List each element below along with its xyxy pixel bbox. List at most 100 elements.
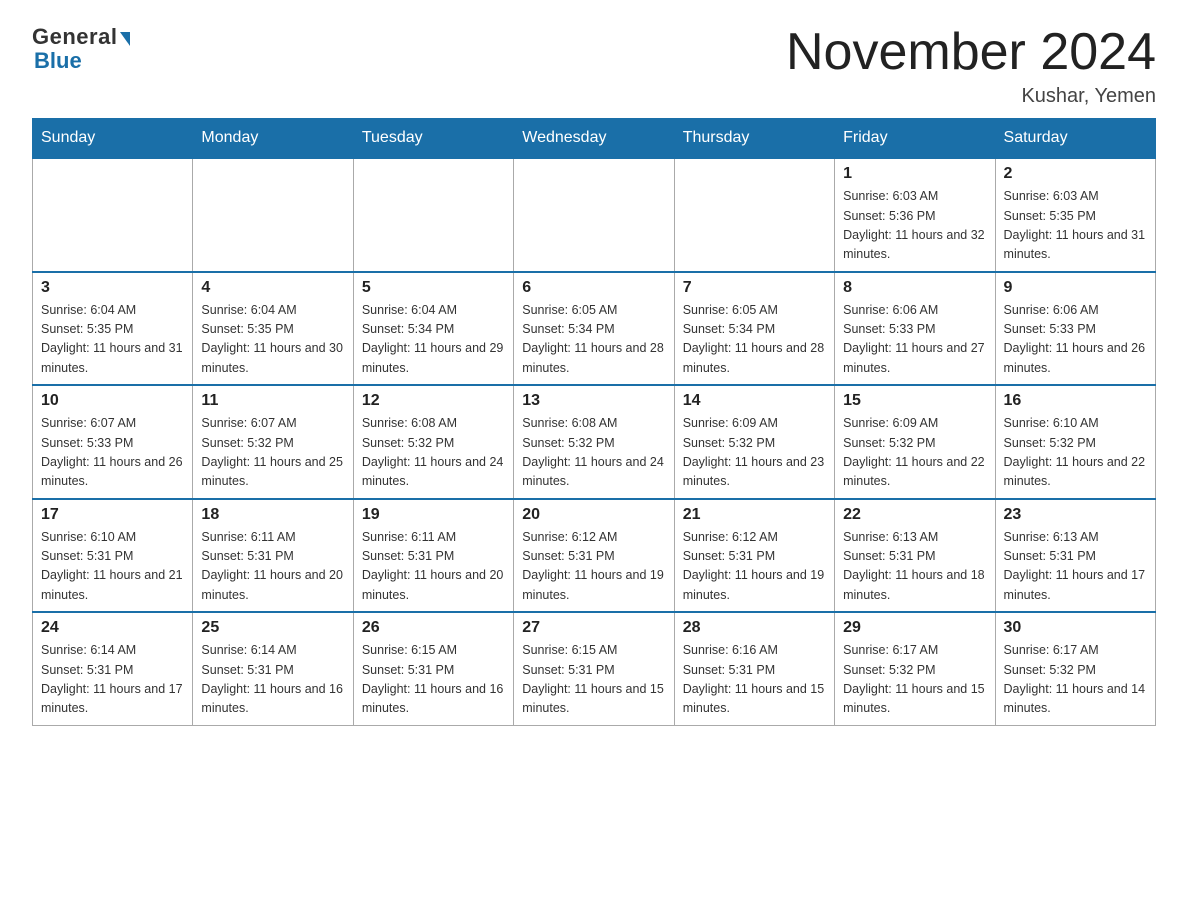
day-number: 6 (522, 279, 665, 297)
day-info: Sunrise: 6:03 AM Sunset: 5:35 PM Dayligh… (1004, 187, 1147, 265)
day-number: 20 (522, 506, 665, 524)
calendar-cell (353, 158, 513, 272)
day-info: Sunrise: 6:04 AM Sunset: 5:34 PM Dayligh… (362, 301, 505, 379)
calendar-cell: 19 Sunrise: 6:11 AM Sunset: 5:31 PM Dayli… (353, 499, 513, 613)
day-number: 9 (1004, 279, 1147, 297)
calendar-week-row: 17 Sunrise: 6:10 AM Sunset: 5:31 PM Dayli… (33, 499, 1156, 613)
calendar-cell: 11Sunrise: 6:07 AM Sunset: 5:32 PM Dayli… (193, 385, 353, 499)
day-number: 8 (843, 279, 986, 297)
day-info: Sunrise: 6:14 AM Sunset: 5:31 PM Dayligh… (41, 641, 184, 719)
day-number: 25 (201, 619, 344, 637)
calendar-header-thursday: Thursday (674, 119, 834, 159)
calendar-header-saturday: Saturday (995, 119, 1155, 159)
day-info: Sunrise: 6:15 AM Sunset: 5:31 PM Dayligh… (522, 641, 665, 719)
day-number: 14 (683, 392, 826, 410)
logo: General Blue (32, 24, 130, 74)
location: Kushar, Yemen (786, 85, 1156, 108)
calendar-header-wednesday: Wednesday (514, 119, 674, 159)
calendar-cell (674, 158, 834, 272)
calendar-cell: 21 Sunrise: 6:12 AM Sunset: 5:31 PM Dayli… (674, 499, 834, 613)
day-info: Sunrise: 6:09 AM Sunset: 5:32 PM Dayligh… (683, 414, 826, 492)
calendar-cell: 29Sunrise: 6:17 AM Sunset: 5:32 PM Dayli… (835, 612, 995, 725)
calendar-cell: 9 Sunrise: 6:06 AM Sunset: 5:33 PM Daylig… (995, 272, 1155, 386)
day-info: Sunrise: 6:06 AM Sunset: 5:33 PM Dayligh… (843, 301, 986, 379)
day-number: 26 (362, 619, 505, 637)
calendar-cell: 15 Sunrise: 6:09 AM Sunset: 5:32 PM Dayli… (835, 385, 995, 499)
day-number: 17 (41, 506, 184, 524)
day-info: Sunrise: 6:13 AM Sunset: 5:31 PM Dayligh… (843, 528, 986, 606)
day-info: Sunrise: 6:17 AM Sunset: 5:32 PM Dayligh… (1004, 641, 1147, 719)
calendar-table: SundayMondayTuesdayWednesdayThursdayFrid… (32, 118, 1156, 726)
day-info: Sunrise: 6:12 AM Sunset: 5:31 PM Dayligh… (683, 528, 826, 606)
calendar-cell: 12Sunrise: 6:08 AM Sunset: 5:32 PM Dayli… (353, 385, 513, 499)
calendar-cell: 10Sunrise: 6:07 AM Sunset: 5:33 PM Dayli… (33, 385, 193, 499)
calendar-week-row: 10Sunrise: 6:07 AM Sunset: 5:33 PM Dayli… (33, 385, 1156, 499)
calendar-cell: 26 Sunrise: 6:15 AM Sunset: 5:31 PM Dayli… (353, 612, 513, 725)
calendar-cell (33, 158, 193, 272)
day-number: 7 (683, 279, 826, 297)
calendar-week-row: 1 Sunrise: 6:03 AM Sunset: 5:36 PM Daylig… (33, 158, 1156, 272)
day-number: 24 (41, 619, 184, 637)
calendar-cell: 27 Sunrise: 6:15 AM Sunset: 5:31 PM Dayli… (514, 612, 674, 725)
logo-general-text: General (32, 24, 117, 50)
day-info: Sunrise: 6:11 AM Sunset: 5:31 PM Dayligh… (362, 528, 505, 606)
day-info: Sunrise: 6:08 AM Sunset: 5:32 PM Dayligh… (522, 414, 665, 492)
day-info: Sunrise: 6:10 AM Sunset: 5:31 PM Dayligh… (41, 528, 184, 606)
day-info: Sunrise: 6:11 AM Sunset: 5:31 PM Dayligh… (201, 528, 344, 606)
calendar-cell: 4 Sunrise: 6:04 AM Sunset: 5:35 PM Daylig… (193, 272, 353, 386)
calendar-header-monday: Monday (193, 119, 353, 159)
day-number: 19 (362, 506, 505, 524)
day-info: Sunrise: 6:06 AM Sunset: 5:33 PM Dayligh… (1004, 301, 1147, 379)
day-info: Sunrise: 6:04 AM Sunset: 5:35 PM Dayligh… (201, 301, 344, 379)
day-info: Sunrise: 6:09 AM Sunset: 5:32 PM Dayligh… (843, 414, 986, 492)
day-number: 2 (1004, 165, 1147, 183)
calendar-cell: 24 Sunrise: 6:14 AM Sunset: 5:31 PM Dayli… (33, 612, 193, 725)
title-block: November 2024 Kushar, Yemen (786, 24, 1156, 108)
logo-blue-text: Blue (32, 48, 82, 74)
calendar-cell: 5Sunrise: 6:04 AM Sunset: 5:34 PM Daylig… (353, 272, 513, 386)
day-number: 28 (683, 619, 826, 637)
calendar-cell: 7 Sunrise: 6:05 AM Sunset: 5:34 PM Daylig… (674, 272, 834, 386)
calendar-header-row: SundayMondayTuesdayWednesdayThursdayFrid… (33, 119, 1156, 159)
day-number: 21 (683, 506, 826, 524)
calendar-cell: 22Sunrise: 6:13 AM Sunset: 5:31 PM Dayli… (835, 499, 995, 613)
calendar-cell: 13Sunrise: 6:08 AM Sunset: 5:32 PM Dayli… (514, 385, 674, 499)
calendar-cell: 3Sunrise: 6:04 AM Sunset: 5:35 PM Daylig… (33, 272, 193, 386)
calendar-header-friday: Friday (835, 119, 995, 159)
calendar-cell: 17 Sunrise: 6:10 AM Sunset: 5:31 PM Dayli… (33, 499, 193, 613)
calendar-header-tuesday: Tuesday (353, 119, 513, 159)
calendar-cell: 16Sunrise: 6:10 AM Sunset: 5:32 PM Dayli… (995, 385, 1155, 499)
day-info: Sunrise: 6:05 AM Sunset: 5:34 PM Dayligh… (683, 301, 826, 379)
calendar-week-row: 24 Sunrise: 6:14 AM Sunset: 5:31 PM Dayli… (33, 612, 1156, 725)
calendar-cell: 6 Sunrise: 6:05 AM Sunset: 5:34 PM Daylig… (514, 272, 674, 386)
calendar-cell: 18 Sunrise: 6:11 AM Sunset: 5:31 PM Dayli… (193, 499, 353, 613)
day-info: Sunrise: 6:05 AM Sunset: 5:34 PM Dayligh… (522, 301, 665, 379)
calendar-cell (193, 158, 353, 272)
day-number: 4 (201, 279, 344, 297)
day-info: Sunrise: 6:13 AM Sunset: 5:31 PM Dayligh… (1004, 528, 1147, 606)
page-header: General Blue November 2024 Kushar, Yemen (32, 24, 1156, 108)
logo-arrow-icon (120, 32, 130, 46)
day-number: 27 (522, 619, 665, 637)
day-info: Sunrise: 6:17 AM Sunset: 5:32 PM Dayligh… (843, 641, 986, 719)
month-title: November 2024 (786, 24, 1156, 81)
day-number: 1 (843, 165, 986, 183)
calendar-cell: 25 Sunrise: 6:14 AM Sunset: 5:31 PM Dayli… (193, 612, 353, 725)
day-info: Sunrise: 6:03 AM Sunset: 5:36 PM Dayligh… (843, 187, 986, 265)
calendar-cell: 30 Sunrise: 6:17 AM Sunset: 5:32 PM Dayli… (995, 612, 1155, 725)
day-info: Sunrise: 6:15 AM Sunset: 5:31 PM Dayligh… (362, 641, 505, 719)
day-number: 3 (41, 279, 184, 297)
calendar-cell: 28Sunrise: 6:16 AM Sunset: 5:31 PM Dayli… (674, 612, 834, 725)
calendar-cell: 2 Sunrise: 6:03 AM Sunset: 5:35 PM Daylig… (995, 158, 1155, 272)
calendar-cell: 8 Sunrise: 6:06 AM Sunset: 5:33 PM Daylig… (835, 272, 995, 386)
day-number: 15 (843, 392, 986, 410)
day-number: 30 (1004, 619, 1147, 637)
calendar-header-sunday: Sunday (33, 119, 193, 159)
day-number: 11 (201, 392, 344, 410)
day-info: Sunrise: 6:12 AM Sunset: 5:31 PM Dayligh… (522, 528, 665, 606)
calendar-week-row: 3 Sunrise: 6:04 AM Sunset: 5:35 PM Daylig… (33, 272, 1156, 386)
day-number: 18 (201, 506, 344, 524)
day-number: 23 (1004, 506, 1147, 524)
day-info: Sunrise: 6:14 AM Sunset: 5:31 PM Dayligh… (201, 641, 344, 719)
calendar-cell: 20 Sunrise: 6:12 AM Sunset: 5:31 PM Dayli… (514, 499, 674, 613)
